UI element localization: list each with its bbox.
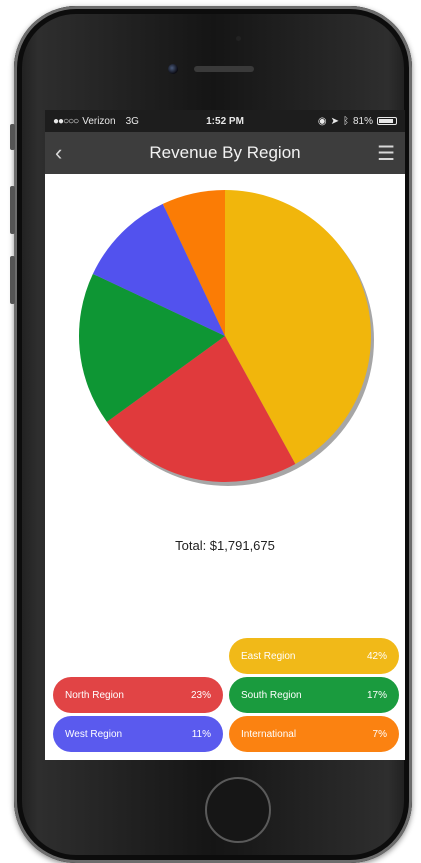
revenue-pie-chart [45, 174, 405, 514]
legend-percent: 23% [190, 689, 211, 701]
legend-percent: 7% [372, 728, 387, 740]
battery-percent: 81% [353, 115, 374, 127]
status-bar: ●●○○○ Verizon 3G 1:52 PM ◉ ➤ ᛒ 81% [45, 110, 405, 132]
status-time: 1:52 PM [206, 115, 244, 127]
legend-label: West Region [65, 728, 123, 740]
back-chevron-icon[interactable]: ‹ [55, 140, 85, 166]
rotation-lock-icon: ◉ [317, 115, 327, 127]
legend-percent: 17% [366, 689, 387, 701]
legend-label: North Region [65, 689, 124, 701]
legend-label: South Region [241, 689, 302, 701]
legend-pill-north-region[interactable]: North Region 23% [53, 677, 223, 713]
bluetooth-icon: ᛒ [343, 115, 349, 127]
page-title: Revenue By Region [149, 143, 301, 162]
battery-icon [377, 117, 398, 125]
earpiece-speaker [194, 66, 254, 72]
signal-dots-icon: ●●○○○ [53, 115, 79, 127]
home-button[interactable] [205, 777, 271, 843]
legend-pill-international[interactable]: International 7% [229, 716, 399, 752]
legend-pill-south-region[interactable]: South Region 17% [229, 677, 399, 713]
volume-up-button [10, 186, 15, 234]
front-camera [168, 64, 178, 74]
proximity-sensor [236, 36, 241, 41]
mute-switch [10, 124, 15, 150]
pie-svg [79, 190, 374, 486]
legend-percent: 42% [366, 650, 387, 662]
app-screen: ●●○○○ Verizon 3G 1:52 PM ◉ ➤ ᛒ 81% ‹ Rev… [45, 110, 405, 760]
legend-pill-west-region[interactable]: West Region 11% [53, 716, 223, 752]
location-arrow-icon: ➤ [330, 115, 339, 127]
total-revenue: Total: $1,791,675 [175, 538, 275, 553]
hamburger-menu-icon[interactable]: ☰ [365, 141, 395, 166]
legend-label: East Region [241, 650, 296, 662]
legend-pill-east-region[interactable]: East Region 42% [229, 638, 399, 674]
carrier-name: Verizon [82, 115, 116, 127]
volume-down-button [10, 256, 15, 304]
legend-percent: 11% [191, 728, 211, 740]
navigation-bar: ‹ Revenue By Region ☰ [45, 132, 405, 174]
legend-label: International [241, 728, 297, 740]
network-type: 3G [125, 115, 139, 127]
